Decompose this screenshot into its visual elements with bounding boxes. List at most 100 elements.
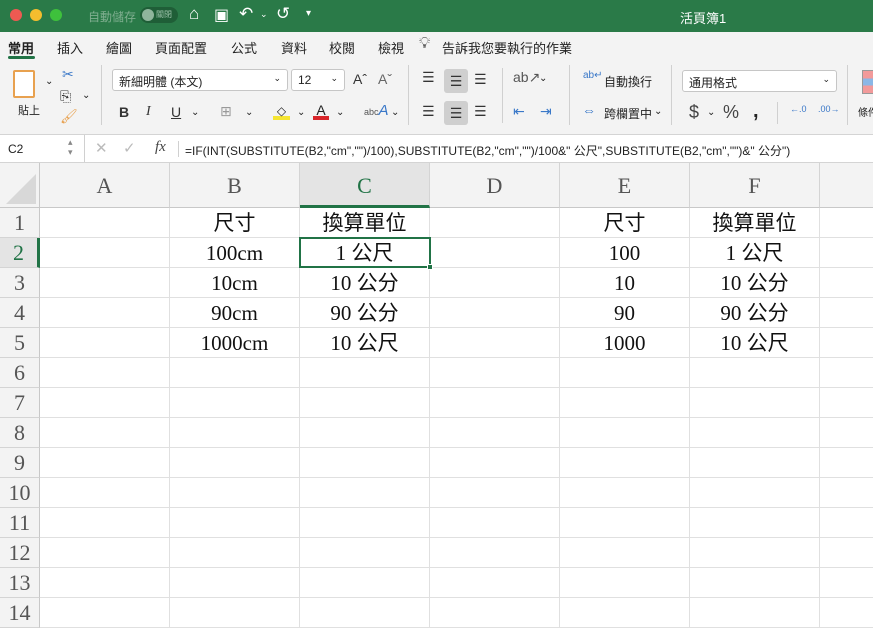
cell[interactable] [40, 358, 170, 388]
cell-E3[interactable]: 10 [560, 268, 690, 298]
tell-me-search[interactable]: 告訴我您要執行的作業 [442, 38, 572, 57]
cell[interactable] [170, 508, 300, 538]
row-header-5[interactable]: 5 [0, 328, 40, 358]
cell-E2[interactable]: 100 [560, 238, 690, 268]
copy-icon[interactable]: ⎘ [60, 88, 71, 105]
row-header-1[interactable]: 1 [0, 208, 40, 238]
cell-D1[interactable] [430, 208, 560, 238]
cell[interactable] [690, 538, 820, 568]
cell-A3[interactable] [40, 268, 170, 298]
cell[interactable] [430, 478, 560, 508]
cell-C5[interactable]: 10 公尺 [300, 328, 430, 358]
cell[interactable] [170, 388, 300, 418]
currency-icon[interactable]: $ [689, 102, 699, 123]
row-header-3[interactable]: 3 [0, 268, 40, 298]
align-left-icon[interactable]: ☰ [422, 103, 435, 120]
cell-A1[interactable] [40, 208, 170, 238]
format-painter-icon[interactable]: 🖌︎ [60, 108, 78, 125]
undo-icon[interactable]: ↶ [239, 4, 253, 24]
row-header-6[interactable]: 6 [0, 358, 40, 388]
wrap-text-button[interactable]: 自動換行 [604, 73, 652, 90]
cell[interactable] [560, 448, 690, 478]
cell-D5[interactable] [430, 328, 560, 358]
column-header-A[interactable]: A [40, 163, 170, 208]
cell-A5[interactable] [40, 328, 170, 358]
save-icon[interactable]: ▣ [214, 5, 229, 25]
merge-dropdown-icon[interactable]: ⌄ [654, 106, 662, 117]
paste-icon[interactable] [13, 70, 35, 98]
cell[interactable] [300, 388, 430, 418]
phonetic-dropdown-icon[interactable]: ⌄ [391, 107, 399, 118]
cell-A2[interactable] [40, 238, 170, 268]
cell[interactable] [820, 358, 873, 388]
row-header-7[interactable]: 7 [0, 388, 40, 418]
cell[interactable] [560, 508, 690, 538]
cell[interactable] [820, 508, 873, 538]
name-box-stepper-icon[interactable]: ▴ ▾ [68, 137, 73, 157]
cell[interactable] [300, 358, 430, 388]
paste-dropdown-icon[interactable]: ⌄ [45, 76, 53, 87]
align-center-button[interactable]: ☰ [444, 101, 468, 125]
cell[interactable] [300, 598, 430, 628]
cell-A4[interactable] [40, 298, 170, 328]
tab-draw[interactable]: 繪圖 [106, 38, 132, 57]
cell-F5[interactable]: 10 公尺 [690, 328, 820, 358]
align-right-icon[interactable]: ☰ [474, 103, 487, 120]
cell-D2[interactable] [430, 238, 560, 268]
cell[interactable] [820, 418, 873, 448]
cell-D4[interactable] [430, 298, 560, 328]
cell[interactable] [300, 448, 430, 478]
cell[interactable] [170, 478, 300, 508]
orientation-icon[interactable]: ab↗ [513, 69, 540, 86]
font-name-select[interactable]: 新細明體 (本文) ⌄ [112, 69, 288, 91]
fill-color-icon[interactable]: ◇ [273, 104, 290, 120]
enter-icon[interactable]: ✓ [123, 139, 136, 157]
tab-review[interactable]: 校閱 [329, 38, 355, 57]
cell[interactable] [820, 208, 873, 238]
cell[interactable] [430, 448, 560, 478]
paste-label[interactable]: 貼上 [18, 102, 40, 118]
cell-B1[interactable]: 尺寸 [170, 208, 300, 238]
align-middle-button[interactable]: ☰ [444, 69, 468, 93]
column-header-C[interactable]: C [300, 163, 430, 208]
decrease-indent-icon[interactable]: ⇤ [513, 103, 525, 120]
tab-view[interactable]: 檢視 [378, 38, 404, 57]
merge-center-button[interactable]: 跨欄置中 [604, 105, 652, 122]
name-box[interactable]: C2 [8, 142, 23, 156]
cell[interactable] [40, 478, 170, 508]
cell[interactable] [430, 538, 560, 568]
cell[interactable] [820, 328, 873, 358]
cell[interactable] [690, 418, 820, 448]
wrap-text-icon[interactable]: ab↵ [583, 70, 603, 81]
cell[interactable] [430, 358, 560, 388]
maximize-window-button[interactable] [50, 9, 62, 21]
cell[interactable] [690, 448, 820, 478]
cell[interactable] [820, 448, 873, 478]
tab-data[interactable]: 資料 [281, 38, 307, 57]
cell[interactable] [820, 568, 873, 598]
cell[interactable] [40, 598, 170, 628]
cell[interactable] [820, 478, 873, 508]
font-color-dropdown-icon[interactable]: ⌄ [336, 107, 344, 118]
increase-decimal-icon[interactable]: ←.0 [790, 104, 807, 114]
cell[interactable] [690, 508, 820, 538]
tab-insert[interactable]: 插入 [57, 38, 83, 57]
underline-dropdown-icon[interactable]: ⌄ [191, 107, 199, 118]
cell[interactable] [690, 388, 820, 418]
cell[interactable] [40, 388, 170, 418]
font-size-select[interactable]: 12 ⌄ [291, 69, 345, 91]
cell[interactable] [560, 358, 690, 388]
cell[interactable] [820, 238, 873, 268]
cut-icon[interactable]: ✂ [62, 66, 74, 83]
fill-color-dropdown-icon[interactable]: ⌄ [297, 107, 305, 118]
redo-icon[interactable]: ↺ [276, 4, 290, 24]
row-header-9[interactable]: 9 [0, 448, 40, 478]
cell[interactable] [430, 598, 560, 628]
insert-function-icon[interactable]: fx [155, 139, 166, 156]
cell-B2[interactable]: 100cm [170, 238, 300, 268]
cell-F2[interactable]: 1 公尺 [690, 238, 820, 268]
conditional-format-icon[interactable] [862, 70, 873, 94]
cell[interactable] [690, 478, 820, 508]
cell-B3[interactable]: 10cm [170, 268, 300, 298]
cell-E4[interactable]: 90 [560, 298, 690, 328]
